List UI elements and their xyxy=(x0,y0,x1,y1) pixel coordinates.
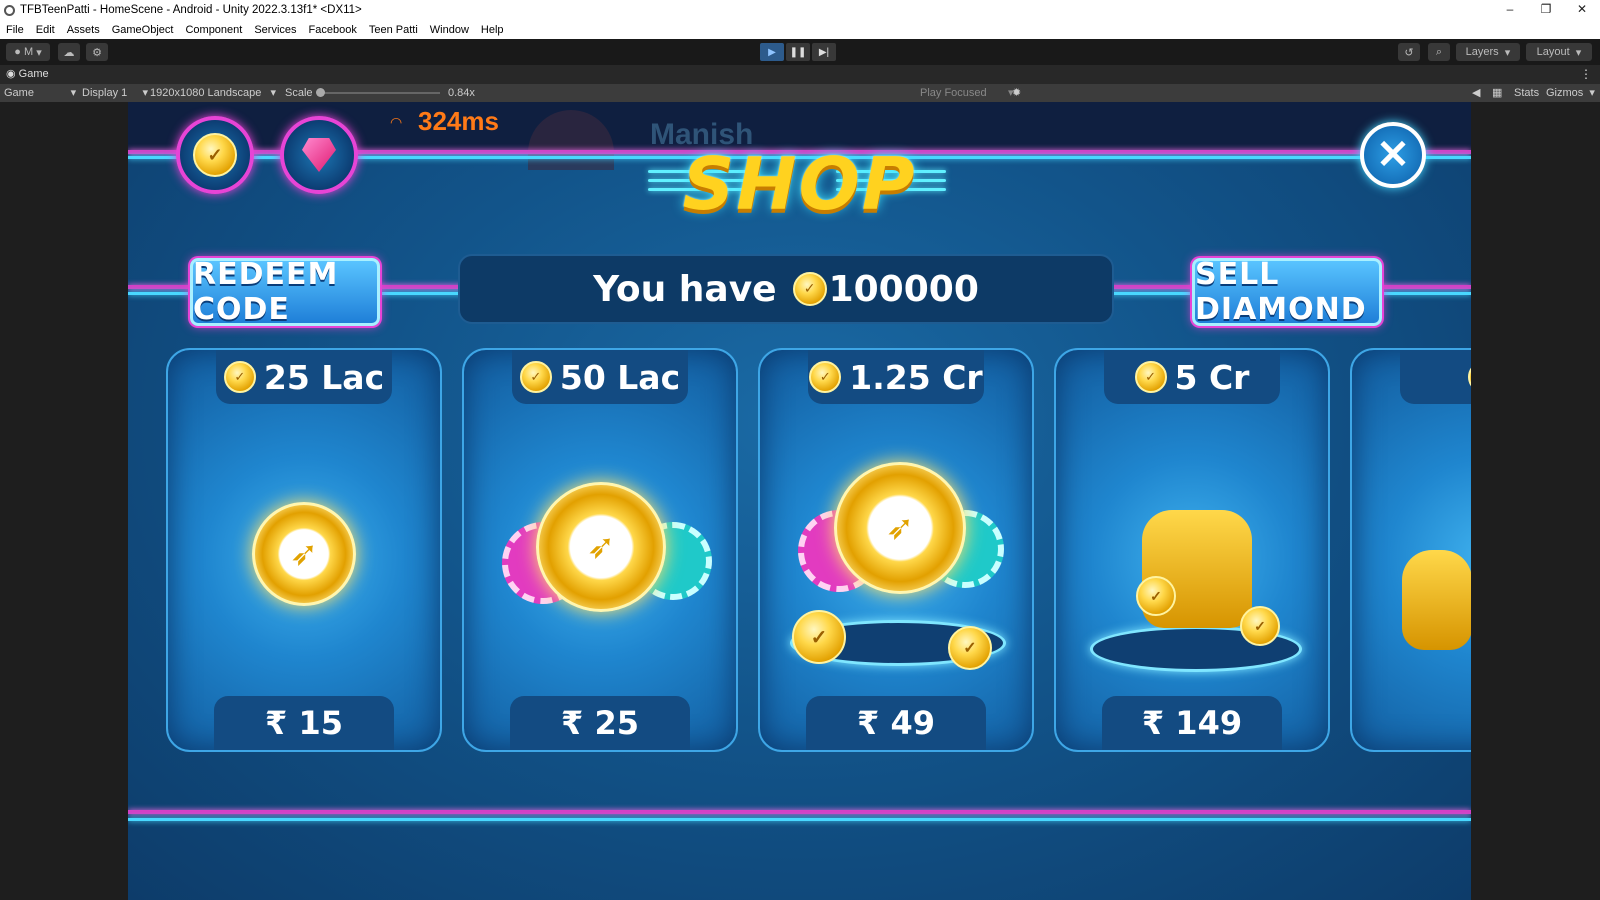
close-shop-button[interactable]: ✕ xyxy=(1360,122,1426,188)
bottom-cyan-line xyxy=(128,818,1471,821)
play-focused-dropdown[interactable]: Play Focused ▾ xyxy=(920,84,1014,102)
search-icon[interactable]: ⌕ xyxy=(1428,43,1450,61)
menu-edit[interactable]: Edit xyxy=(36,24,55,36)
gamepad-icon: ◉ xyxy=(6,68,19,80)
menu-component[interactable]: Component xyxy=(185,24,242,36)
menu-bar: File Edit Assets GameObject Component Se… xyxy=(0,20,1600,40)
shop-title: SHOP xyxy=(682,142,917,226)
shop-scene: Manish ✓ ◠ 324ms SHOP ✕ REDEEM CODE You … xyxy=(128,102,1471,900)
single-chip-icon: ➶ xyxy=(252,502,356,606)
maximize-button[interactable]: ❐ xyxy=(1528,0,1564,20)
step-button[interactable]: ▶| xyxy=(812,43,836,61)
shop-pack-card[interactable]: ✓ 1.25 Cr ➶ ✓ ✓ ₹ 49 xyxy=(758,348,1034,752)
pack-amount: ✓ 25 Lac xyxy=(216,350,392,404)
balance-value: 100000 xyxy=(828,268,979,310)
coin-icon: ✓ xyxy=(519,361,552,393)
small-coin-icon: ✓ xyxy=(792,610,846,664)
tab-row: ◉ Game ⋮ xyxy=(0,65,1600,84)
small-coin-icon: ✓ xyxy=(1136,576,1176,616)
pack-price[interactable]: ₹ 49 xyxy=(806,696,986,750)
stats-button[interactable]: Stats xyxy=(1514,84,1539,102)
coin-icon: ✓ xyxy=(223,361,256,393)
ping-value: 324ms xyxy=(418,106,499,136)
view-dropdown[interactable]: Game ▾ xyxy=(4,84,76,102)
redeem-code-button[interactable]: REDEEM CODE xyxy=(190,257,380,327)
menu-facebook[interactable]: Facebook xyxy=(309,24,357,36)
pack-price[interactable]: ₹ 25 xyxy=(510,696,690,750)
grid-icon[interactable]: ▦ xyxy=(1492,84,1502,102)
pack-price[interactable]: ₹ 15 xyxy=(214,696,394,750)
account-icon: ● xyxy=(14,46,24,58)
coin-icon: ✓ xyxy=(1134,361,1167,393)
scale-slider[interactable] xyxy=(316,88,440,97)
game-view-bar: Game ▾ Display 1 ▾ 1920x1080 Landscape ▾… xyxy=(0,84,1600,102)
coin-icon: ✓ xyxy=(809,361,842,393)
menu-window[interactable]: Window xyxy=(430,24,469,36)
audio-icon[interactable]: ◀ xyxy=(1472,84,1480,102)
coin-bag-icon xyxy=(1402,550,1471,650)
wifi-icon: ◠ xyxy=(390,114,403,130)
scale-value: 0.84x xyxy=(448,87,475,99)
shop-pack-card[interactable]: ✓ xyxy=(1350,348,1471,752)
minimize-button[interactable]: – xyxy=(1492,0,1528,20)
cloud-icon[interactable]: ☁ xyxy=(58,43,80,61)
history-icon[interactable]: ↺ xyxy=(1398,43,1420,61)
menu-help[interactable]: Help xyxy=(481,24,504,36)
coin-icon: ✓ xyxy=(1468,361,1471,393)
shop-pack-card[interactable]: ✓ 50 Lac ➶ ₹ 25 xyxy=(462,348,738,752)
close-icon: ✕ xyxy=(1376,133,1410,177)
close-window-button[interactable]: ✕ xyxy=(1564,0,1600,20)
coin-icon: ✓ xyxy=(792,272,827,306)
bug-icon[interactable]: ✹ xyxy=(1012,84,1021,102)
unity-icon xyxy=(4,4,15,16)
menu-services[interactable]: Services xyxy=(254,24,296,36)
balance-panel: You have ✓ 100000 xyxy=(458,254,1114,324)
resolution-dropdown[interactable]: 1920x1080 Landscape ▾ xyxy=(150,84,276,102)
gold-chip-icon: ➶ xyxy=(834,462,966,594)
play-controls: ▶ ❚❚ ▶| xyxy=(760,43,836,61)
unity-toolbar: ● M ▾ ☁ ⚙ ▶ ❚❚ ▶| ↺ ⌕ Layers ▾ Layout ▾ xyxy=(0,39,1600,65)
menu-file[interactable]: File xyxy=(6,24,24,36)
play-button[interactable]: ▶ xyxy=(760,43,784,61)
shop-pack-card[interactable]: ✓ 5 Cr ✓ ✓ ₹ 149 xyxy=(1054,348,1330,752)
balance-prefix: You have xyxy=(593,268,777,310)
scale-slider-knob[interactable] xyxy=(316,88,325,97)
scale-label: Scale xyxy=(285,87,313,99)
layout-dropdown[interactable]: Layout ▾ xyxy=(1526,43,1592,61)
menu-teen-patti[interactable]: Teen Patti xyxy=(369,24,418,36)
more-options-icon[interactable]: ⋮ xyxy=(1580,67,1592,81)
tab-game[interactable]: ◉ Game xyxy=(0,65,57,84)
pack-amount: ✓ 5 Cr xyxy=(1104,350,1280,404)
small-coin-icon: ✓ xyxy=(1240,606,1280,646)
menu-assets[interactable]: Assets xyxy=(67,24,100,36)
menu-gameobject[interactable]: GameObject xyxy=(112,24,174,36)
window-title-bar: TFBTeenPatti - HomeScene - Android - Uni… xyxy=(0,0,1600,20)
shop-pack-card[interactable]: ✓ 25 Lac ➶ ₹ 15 xyxy=(166,348,442,752)
layers-dropdown[interactable]: Layers ▾ xyxy=(1456,43,1520,61)
gold-chip-icon: ➶ xyxy=(536,482,666,612)
pause-button[interactable]: ❚❚ xyxy=(786,43,810,61)
window-title: TFBTeenPatti - HomeScene - Android - Uni… xyxy=(20,4,362,16)
small-coin-icon: ✓ xyxy=(948,626,992,670)
account-dropdown[interactable]: ● M ▾ xyxy=(6,43,50,61)
pack-price[interactable]: ₹ 149 xyxy=(1102,696,1282,750)
pack-amount: ✓ 50 Lac xyxy=(512,350,688,404)
display-dropdown[interactable]: Display 1 ▾ xyxy=(82,84,148,102)
bottom-pink-line xyxy=(128,810,1471,814)
pack-amount-partial: ✓ xyxy=(1400,350,1471,404)
settings-icon[interactable]: ⚙ xyxy=(86,43,108,61)
sell-diamond-button[interactable]: SELL DIAMOND xyxy=(1192,257,1382,327)
gizmos-dropdown[interactable]: Gizmos ▾ xyxy=(1546,84,1595,102)
game-view: Manish ✓ ◠ 324ms SHOP ✕ REDEEM CODE You … xyxy=(0,102,1600,900)
pack-amount: ✓ 1.25 Cr xyxy=(808,350,984,404)
